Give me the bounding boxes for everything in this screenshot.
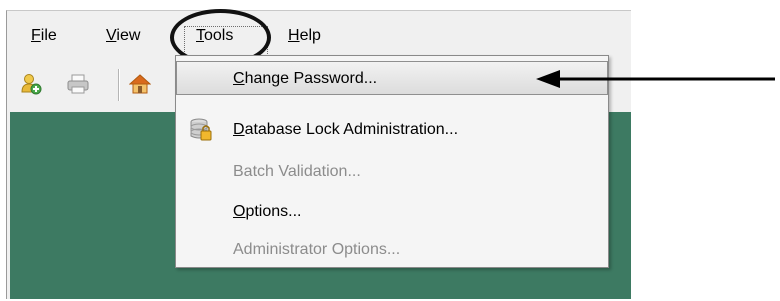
- menu-item-administrator-options[interactable]: Administrator Options...: [176, 232, 608, 266]
- menu-file[interactable]: File: [31, 27, 57, 45]
- menu-item-label: Change Password...: [233, 70, 378, 87]
- menu-item-database-lock-administration[interactable]: Database Lock Administration...: [176, 112, 608, 146]
- home-icon[interactable]: [129, 73, 151, 95]
- menu-item-label: Batch Validation...: [233, 163, 361, 180]
- menu-item-label: Database Lock Administration...: [233, 121, 459, 138]
- menu-help[interactable]: Help: [288, 27, 321, 45]
- add-user-icon[interactable]: [20, 73, 42, 95]
- print-icon[interactable]: [67, 73, 89, 95]
- toolbar-separator: [118, 69, 120, 101]
- menu-item-label: Options...: [233, 203, 302, 220]
- menu-bar: File View Tools Help: [7, 11, 631, 51]
- menu-item-label: Administrator Options...: [233, 241, 401, 258]
- menu-item-batch-validation[interactable]: Batch Validation...: [176, 154, 608, 188]
- menu-view[interactable]: View: [106, 27, 140, 45]
- database-lock-icon: [190, 118, 212, 141]
- annotation-arrow: [536, 70, 775, 88]
- menu-item-options[interactable]: Options...: [176, 194, 608, 228]
